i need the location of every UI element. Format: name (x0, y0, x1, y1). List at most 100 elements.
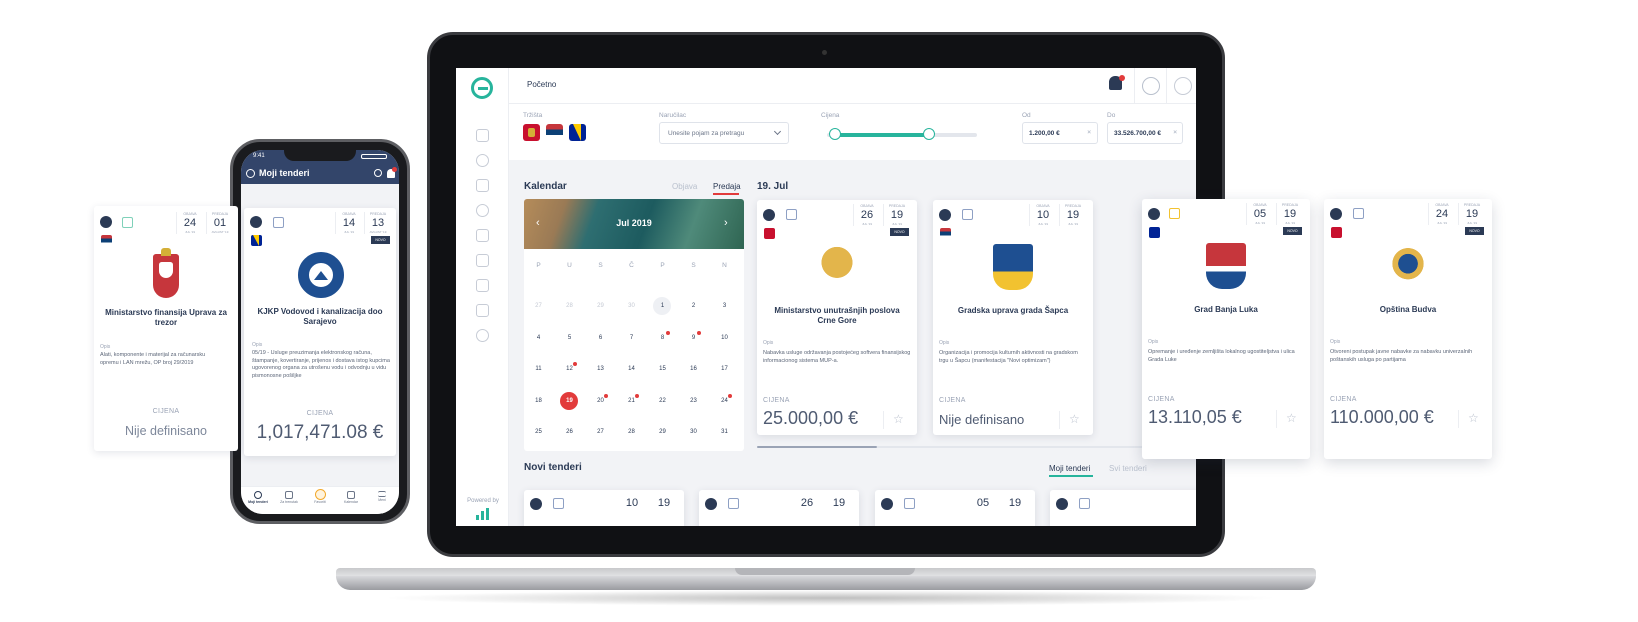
new-tender-card[interactable]: 26 19 (699, 490, 859, 526)
nav-label: Moji tenderi (248, 500, 268, 504)
price-slider-max-handle[interactable] (923, 128, 935, 140)
publish-day: 24 (183, 217, 197, 229)
tender-type-icon (250, 216, 262, 228)
document-icon (1079, 498, 1090, 509)
description-label: Opis (252, 342, 263, 348)
price-value: 1,017,471.08 € (256, 422, 384, 443)
divider (176, 212, 177, 234)
new-tender-card[interactable]: 10 19 (524, 490, 684, 526)
deadline-label: PREDAJA (1463, 203, 1481, 207)
divider (1166, 68, 1167, 104)
phone-notch (284, 150, 356, 161)
publish-label: OBJAVA (1253, 203, 1267, 207)
deadline-month: AVGUST '19 (369, 230, 387, 234)
deadline-month: AVGUST '19 (211, 230, 229, 234)
gift-icon[interactable] (476, 279, 489, 292)
nav-favorites[interactable]: Favoriti (305, 489, 335, 504)
deadline-day: 19 (1008, 497, 1022, 509)
chevron-down-icon (773, 127, 782, 136)
publish-label: OBJAVA (1435, 203, 1449, 207)
tender-type-icon (1330, 208, 1342, 220)
flag-bosnia-icon[interactable] (569, 124, 586, 141)
laptop-screen: Powered by Početno Tržišta Naručilac Une… (456, 68, 1196, 526)
nav-menu[interactable]: Meni (367, 489, 397, 502)
tender-card[interactable]: OBJAVA 24 JUL '19 PREDAJA 19 JUL '19 NOVO Opšti… (1324, 199, 1492, 459)
phone-bottom-nav: Moji tenderi Za trenutak Favoriti Kalend… (241, 486, 399, 514)
settings-icon[interactable] (476, 329, 489, 342)
laptop-shadow (380, 590, 1280, 606)
flag-montenegro-icon[interactable] (523, 124, 540, 141)
organization-name: Grad Banja Luka (1194, 305, 1258, 314)
chart-icon[interactable] (476, 304, 489, 317)
notification-badge (392, 167, 397, 172)
price-label: CIJENA (152, 408, 180, 415)
divider (1246, 203, 1247, 225)
power-icon[interactable] (1174, 77, 1192, 95)
app-logo-icon[interactable] (471, 77, 493, 99)
description-label: Opis (100, 344, 111, 350)
floating-tender-card[interactable]: OBJAVA 24 JUL '19 PREDAJA 01 AVGUST '19 … (94, 206, 238, 451)
phone-screen: 9:41 Moji tenderi OBJAVA 14 JUL '19 PRED… (241, 150, 399, 514)
divider (1458, 203, 1459, 225)
tenders-icon (254, 491, 262, 499)
list-icon[interactable] (476, 229, 489, 242)
document-icon (728, 498, 739, 509)
globe-icon[interactable] (476, 154, 489, 167)
target-icon[interactable] (476, 204, 489, 217)
client-search-select[interactable]: Unesite pojam za pretragu (659, 122, 789, 144)
price-label: CIJENA (1148, 396, 1175, 403)
app-logo-icon[interactable] (246, 169, 255, 178)
divider (206, 212, 207, 234)
flag-serbia-icon[interactable] (546, 124, 563, 141)
description-text: 05/19 - Usluge preuzimanja elektronskog … (252, 350, 390, 379)
divider (1276, 410, 1277, 428)
nav-moment[interactable]: Za trenutak (274, 489, 304, 504)
document-icon (904, 498, 915, 509)
new-tender-card[interactable] (1050, 490, 1196, 526)
price-value: Nije definisano (125, 424, 207, 438)
powered-by-logo-icon (476, 508, 490, 520)
laptop-base (336, 576, 1316, 590)
divider (1276, 203, 1277, 225)
tender-type-icon (100, 216, 112, 228)
tender-type-icon (881, 498, 893, 510)
list-icon (347, 491, 355, 499)
laptop-camera (822, 50, 827, 55)
star-icon (314, 489, 326, 500)
publish-day: 05 (1253, 208, 1267, 220)
document-icon (1353, 208, 1364, 219)
tender-card[interactable]: OBJAVA 05 JUL '19 PREDAJA 19 JUL '19 NOVO Grad … (1142, 199, 1310, 459)
price-value: 110.000,00 € (1330, 407, 1434, 427)
breadcrumb[interactable]: Početno (527, 80, 556, 89)
description-label: Opis (1330, 339, 1341, 345)
price-from-field[interactable]: 1.200,00 € × (1022, 122, 1098, 144)
price-to-field[interactable]: 33.526.700,00 € × (1107, 122, 1183, 144)
price-from-value: 1.200,00 € (1029, 130, 1060, 137)
deadline-month: JUL '19 (1467, 221, 1477, 225)
description-text: Alati, komponente i materijal za računar… (100, 352, 206, 366)
divider (1458, 410, 1459, 428)
description-text: Opremanje i uređenje zemljišta lokalnog … (1148, 349, 1295, 363)
new-tender-card[interactable]: 05 19 (875, 490, 1035, 526)
nav-calendar[interactable]: Kalendar (336, 489, 366, 504)
publish-label: OBJAVA (342, 212, 356, 216)
from-label: Od (1022, 112, 1031, 119)
nav-my-tenders[interactable]: Moji tenderi (243, 489, 273, 504)
star-icon[interactable]: ☆ (1286, 411, 1297, 425)
client-search-placeholder: Unesite pojam za pretragu (668, 130, 745, 137)
document-icon[interactable] (476, 179, 489, 192)
user-icon[interactable] (1142, 77, 1160, 95)
home-icon[interactable] (476, 129, 489, 142)
flag-montenegro-icon (1331, 227, 1342, 238)
banja-luka-coat-of-arms (1206, 243, 1246, 289)
phone-tender-card[interactable]: OBJAVA 14 JUL '19 PREDAJA 13 AVGUST '19 … (244, 208, 396, 456)
document-icon (553, 498, 564, 509)
publish-day: 26 (800, 497, 814, 509)
star-icon[interactable]: ☆ (1468, 411, 1479, 425)
search-icon[interactable] (374, 169, 382, 177)
serbia-coat-of-arms (153, 248, 179, 298)
new-badge: NOVO (1465, 227, 1484, 235)
users-icon[interactable] (476, 254, 489, 267)
price-slider-min-handle[interactable] (828, 128, 841, 140)
sidebar: Powered by (456, 68, 509, 526)
